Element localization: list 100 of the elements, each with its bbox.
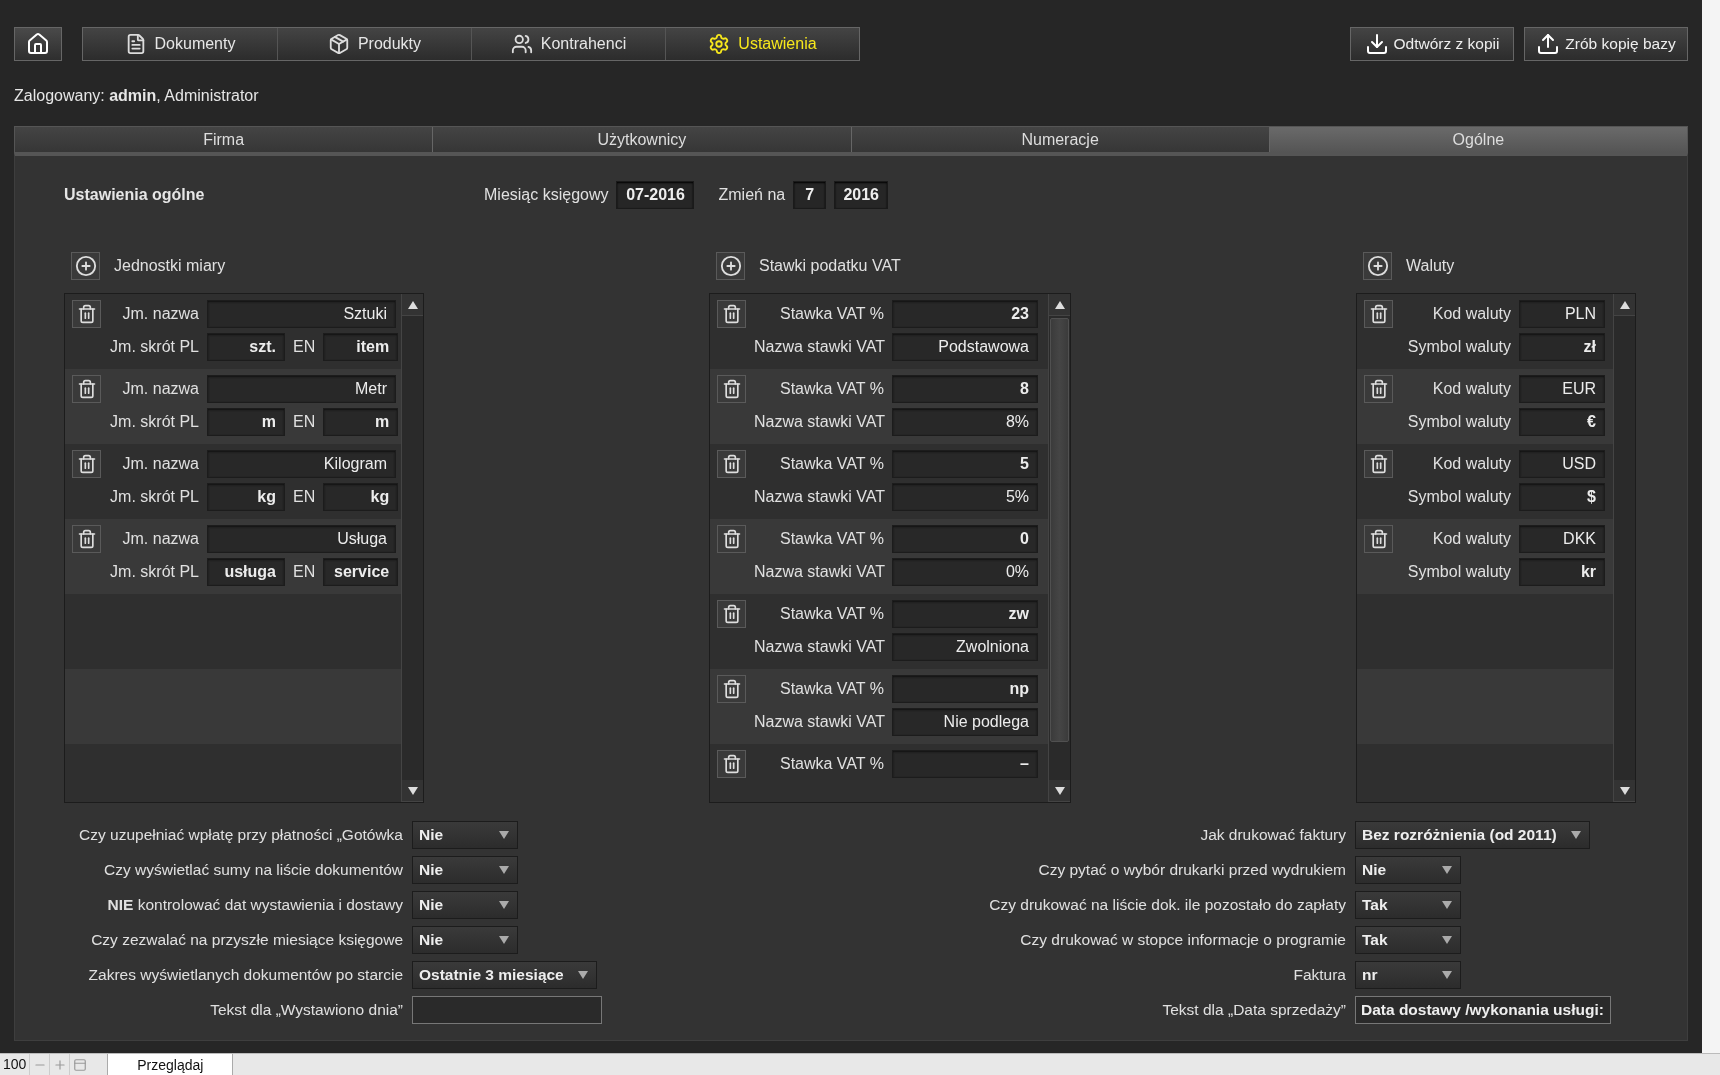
add-button[interactable] [1363, 252, 1392, 280]
input-field[interactable]: np [892, 675, 1038, 703]
dropdown[interactable]: Nie [412, 926, 518, 954]
delete-button[interactable] [717, 450, 746, 478]
input-field[interactable]: USD [1519, 450, 1605, 478]
dropdown[interactable]: Ostatnie 3 miesiące [412, 961, 597, 989]
delete-button[interactable] [717, 300, 746, 328]
input-field[interactable]: 0 [892, 525, 1038, 553]
dropdown[interactable]: Nie [412, 821, 518, 849]
dropdown[interactable]: Nie [412, 856, 518, 884]
gear-icon [708, 33, 731, 55]
nav-button[interactable]: Produkty [277, 28, 471, 60]
field-label: Stawka VAT % [778, 380, 884, 398]
input-field[interactable]: Usługa [207, 525, 396, 553]
login-info: Zalogowany: admin, Administrator [14, 87, 260, 106]
scrollbar[interactable] [1613, 294, 1635, 802]
input-field[interactable]: kr [1519, 558, 1605, 586]
delete-button[interactable] [72, 450, 101, 478]
setting-label: Czy drukować na liście dok. ile pozostało do zapłaty [989, 896, 1346, 914]
tab[interactable]: Ogólne [1268, 127, 1687, 152]
delete-button[interactable] [1364, 300, 1393, 328]
input-field[interactable]: service [323, 558, 399, 586]
tab[interactable]: Użytkownicy [432, 127, 851, 152]
field-label: Kod waluty [1431, 380, 1511, 398]
input-field[interactable]: 5 [892, 450, 1038, 478]
backup-button[interactable]: Odtwórz z kopii [1350, 27, 1514, 61]
delete-button[interactable] [72, 375, 101, 403]
trash-icon [1368, 529, 1389, 549]
caret-icon [499, 831, 509, 839]
delete-button[interactable] [717, 750, 746, 778]
input-field[interactable]: 7 [793, 180, 827, 209]
dropdown[interactable]: Tak [1355, 926, 1461, 954]
input-field[interactable]: Metr [207, 375, 396, 403]
input-field[interactable]: Podstawowa [892, 333, 1038, 361]
delete-button[interactable] [1364, 525, 1393, 553]
field-label: Kod waluty [1431, 530, 1511, 548]
trash-icon [721, 529, 742, 549]
tab[interactable]: Firma [15, 127, 433, 152]
input-field[interactable]: $ [1519, 483, 1605, 511]
delete-button[interactable] [1364, 375, 1393, 403]
delete-button[interactable] [72, 300, 101, 328]
input-field[interactable]: kg [207, 483, 285, 511]
input-field[interactable]: zł [1519, 333, 1605, 361]
input-field[interactable]: usługa [207, 558, 285, 586]
field-label: Jm. skrót PL [109, 488, 199, 506]
input-field[interactable]: Sztuki [207, 300, 396, 328]
scroll-down-icon [1619, 786, 1630, 795]
input-field[interactable]: Kilogram [207, 450, 396, 478]
dropdown[interactable]: nr [1355, 961, 1461, 989]
input-field[interactable]: 2016 [834, 180, 889, 209]
input-field[interactable] [412, 996, 602, 1024]
delete-button[interactable] [72, 525, 101, 553]
add-icon [719, 255, 742, 277]
mode-tab[interactable]: Przeglądaj [107, 1054, 234, 1075]
input-field[interactable]: EUR [1519, 375, 1605, 403]
dropdown[interactable]: Tak [1355, 891, 1461, 919]
input-field[interactable]: PLN [1519, 300, 1605, 328]
input-field[interactable]: 8 [892, 375, 1038, 403]
delete-button[interactable] [717, 525, 746, 553]
setting-label: Tekst dla „Wystawiono dnia” [210, 1001, 403, 1019]
input-field[interactable]: 0% [892, 558, 1038, 586]
input-field[interactable]: Zwolniona [892, 633, 1038, 661]
input-field[interactable]: kg [323, 483, 399, 511]
add-icon [74, 255, 97, 277]
input-field[interactable]: Data dostawy /wykonania usługi: [1355, 996, 1611, 1024]
input-field[interactable]: 23 [892, 300, 1038, 328]
dropdown[interactable]: Bez rozróżnienia (od 2011) [1355, 821, 1590, 849]
input-field[interactable]: m [207, 408, 285, 436]
home-button[interactable] [14, 27, 62, 61]
nav-button[interactable]: Ustawienia [665, 28, 859, 60]
scrollbar[interactable] [401, 294, 423, 802]
input-field[interactable]: zw [892, 600, 1038, 628]
nav-button[interactable]: Kontrahenci [471, 28, 665, 60]
field-label: Jm. skrót PL [109, 563, 199, 581]
tab[interactable]: Numeracje [850, 127, 1269, 152]
caret-icon [577, 971, 588, 979]
delete-button[interactable] [717, 675, 746, 703]
dropdown[interactable]: Nie [1355, 856, 1461, 884]
backup-button[interactable]: Zrób kopię bazy [1524, 27, 1688, 61]
add-button[interactable] [716, 252, 745, 280]
nav-button[interactable]: Dokumenty [83, 28, 277, 60]
input-field[interactable]: 5% [892, 483, 1038, 511]
add-button[interactable] [71, 252, 100, 280]
field-label: Stawka VAT % [778, 755, 884, 773]
dropdown[interactable]: Nie [412, 891, 518, 919]
scrollbar[interactable] [1048, 294, 1070, 802]
field-label: Nazwa stawki VAT [754, 413, 884, 431]
input-field[interactable]: szt. [207, 333, 285, 361]
input-field[interactable]: € [1519, 408, 1605, 436]
input-field[interactable]: item [323, 333, 399, 361]
delete-button[interactable] [717, 375, 746, 403]
input-field[interactable]: 07-2016 [616, 180, 695, 209]
input-field[interactable]: 8% [892, 408, 1038, 436]
scroll-thumb[interactable] [1050, 318, 1069, 742]
input-field[interactable]: DKK [1519, 525, 1605, 553]
input-field[interactable]: Nie podlega [892, 708, 1038, 736]
input-field[interactable]: – [892, 750, 1038, 778]
delete-button[interactable] [717, 600, 746, 628]
delete-button[interactable] [1364, 450, 1393, 478]
input-field[interactable]: m [323, 408, 399, 436]
